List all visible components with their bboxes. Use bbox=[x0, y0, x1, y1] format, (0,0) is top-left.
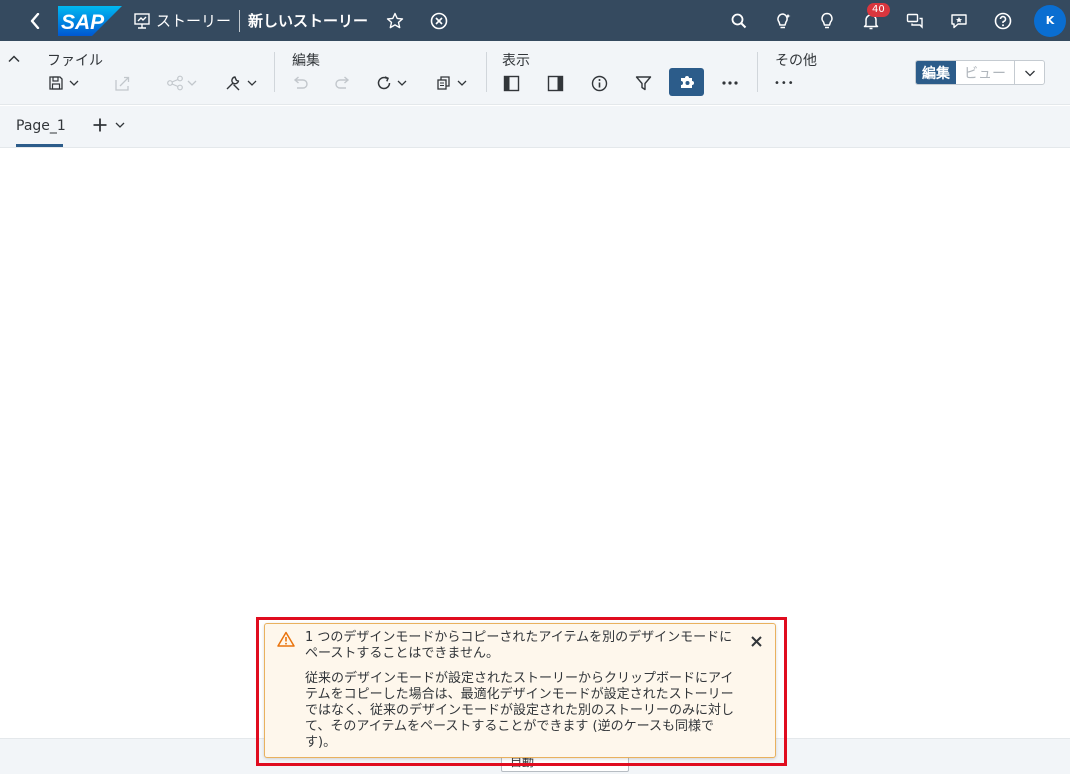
page-tab-bar: Page_1 bbox=[0, 106, 1070, 148]
active-tab-indicator bbox=[16, 144, 63, 147]
help-icon bbox=[994, 12, 1012, 29]
collapse-toolbar-button[interactable] bbox=[7, 51, 21, 65]
story-icon bbox=[132, 11, 152, 31]
chevron-down-icon bbox=[69, 80, 79, 86]
undo-icon bbox=[293, 76, 308, 89]
designer-button[interactable] bbox=[669, 68, 704, 96]
redo-icon bbox=[335, 76, 350, 89]
chevron-up-icon bbox=[8, 55, 20, 63]
toolbar-separator bbox=[486, 52, 487, 92]
left-panel-icon bbox=[503, 75, 520, 91]
warning-message-detail: 従来のデザインモードが設定されたストーリーからクリップボードにアイテムをコピーし… bbox=[305, 671, 735, 750]
info-button[interactable] bbox=[591, 71, 608, 95]
story-label: ストーリー bbox=[156, 12, 232, 30]
lightbulb-icon bbox=[821, 12, 833, 28]
chat-icon bbox=[906, 13, 923, 29]
tab-page-1[interactable]: Page_1 bbox=[16, 118, 66, 134]
feedback-icon bbox=[951, 13, 967, 28]
copy-menu-button[interactable] bbox=[436, 71, 468, 95]
puzzle-icon bbox=[680, 76, 694, 88]
copy-icon bbox=[437, 76, 450, 90]
help-button[interactable] bbox=[990, 8, 1016, 34]
toolbar: ファイル 編集 表示 その他 ••• 編集 ビュー bbox=[0, 41, 1070, 105]
group-label-more: その他 bbox=[775, 53, 817, 69]
view-more-button[interactable] bbox=[721, 71, 739, 95]
assistant-button[interactable] bbox=[770, 8, 796, 34]
shell-bar: SAP ストーリー 新しいストーリー 40 K bbox=[0, 0, 1070, 41]
close-message-button[interactable] bbox=[750, 633, 763, 652]
back-icon bbox=[30, 12, 40, 29]
share-icon bbox=[167, 75, 183, 91]
mode-switch: 編集 ビュー bbox=[915, 60, 1045, 85]
notifications-button[interactable]: 40 bbox=[858, 2, 890, 34]
more-icon: ••• bbox=[774, 77, 795, 89]
view-mode-button[interactable]: ビュー bbox=[956, 61, 1014, 84]
warning-message: 1 つのデザインモードからコピーされたアイテムを別のデザインモードにペーストする… bbox=[264, 623, 776, 758]
right-panel-icon bbox=[547, 75, 564, 91]
search-icon bbox=[731, 13, 747, 28]
close-circle-icon bbox=[430, 12, 448, 29]
group-label-edit: 編集 bbox=[292, 53, 320, 69]
sap-logo[interactable]: SAP bbox=[58, 5, 122, 36]
mode-dropdown-button[interactable] bbox=[1014, 61, 1044, 84]
export-icon bbox=[115, 76, 130, 91]
warning-icon bbox=[277, 631, 295, 647]
tools-menu-button[interactable] bbox=[224, 71, 258, 95]
refresh-icon bbox=[377, 76, 391, 90]
assistant-icon bbox=[777, 12, 791, 28]
redo-button[interactable] bbox=[334, 71, 352, 95]
close-icon bbox=[751, 636, 762, 647]
more-icon bbox=[722, 81, 738, 85]
edit-mode-button[interactable]: 編集 bbox=[916, 61, 956, 84]
save-menu-button[interactable] bbox=[48, 71, 80, 95]
plus-icon bbox=[93, 118, 107, 132]
star-icon bbox=[386, 12, 404, 28]
chevron-down-icon bbox=[457, 80, 467, 86]
info-icon bbox=[591, 75, 608, 91]
notification-badge: 40 bbox=[867, 2, 890, 17]
export-button[interactable] bbox=[114, 71, 132, 95]
undo-button[interactable] bbox=[291, 71, 309, 95]
user-avatar[interactable]: K bbox=[1034, 4, 1066, 37]
add-page-button[interactable] bbox=[92, 117, 126, 133]
shell-actions: 40 K bbox=[726, 0, 1070, 41]
title-separator bbox=[239, 9, 241, 32]
chevron-down-icon bbox=[187, 80, 197, 86]
group-label-file: ファイル bbox=[47, 53, 103, 69]
chevron-down-icon bbox=[115, 122, 125, 128]
ideas-button[interactable] bbox=[814, 8, 840, 34]
left-panel-button[interactable] bbox=[503, 71, 520, 95]
chevron-down-icon bbox=[1024, 70, 1035, 76]
chevron-down-icon bbox=[247, 80, 257, 86]
search-button[interactable] bbox=[726, 8, 752, 34]
save-icon bbox=[49, 76, 63, 90]
warning-message-title: 1 つのデザインモードからコピーされたアイテムを別のデザインモードにペーストする… bbox=[305, 630, 733, 661]
more-button[interactable]: ••• bbox=[774, 71, 795, 95]
group-label-view: 表示 bbox=[502, 53, 530, 69]
favorite-button[interactable] bbox=[382, 8, 408, 34]
filter-icon bbox=[635, 75, 652, 90]
right-panel-button[interactable] bbox=[547, 71, 564, 95]
back-button[interactable] bbox=[20, 0, 50, 41]
svg-text:SAP: SAP bbox=[61, 11, 105, 34]
filter-button[interactable] bbox=[635, 71, 652, 95]
refresh-menu-button[interactable] bbox=[376, 71, 408, 95]
tools-icon bbox=[226, 76, 240, 91]
toolbar-separator bbox=[274, 52, 275, 92]
discussions-button[interactable] bbox=[902, 8, 928, 34]
feedback-button[interactable] bbox=[946, 8, 972, 34]
toolbar-separator bbox=[757, 52, 758, 92]
chevron-down-icon bbox=[397, 80, 407, 86]
share-menu-button[interactable] bbox=[166, 71, 198, 95]
close-story-button[interactable] bbox=[426, 8, 452, 34]
story-title: 新しいストーリー bbox=[248, 12, 369, 30]
